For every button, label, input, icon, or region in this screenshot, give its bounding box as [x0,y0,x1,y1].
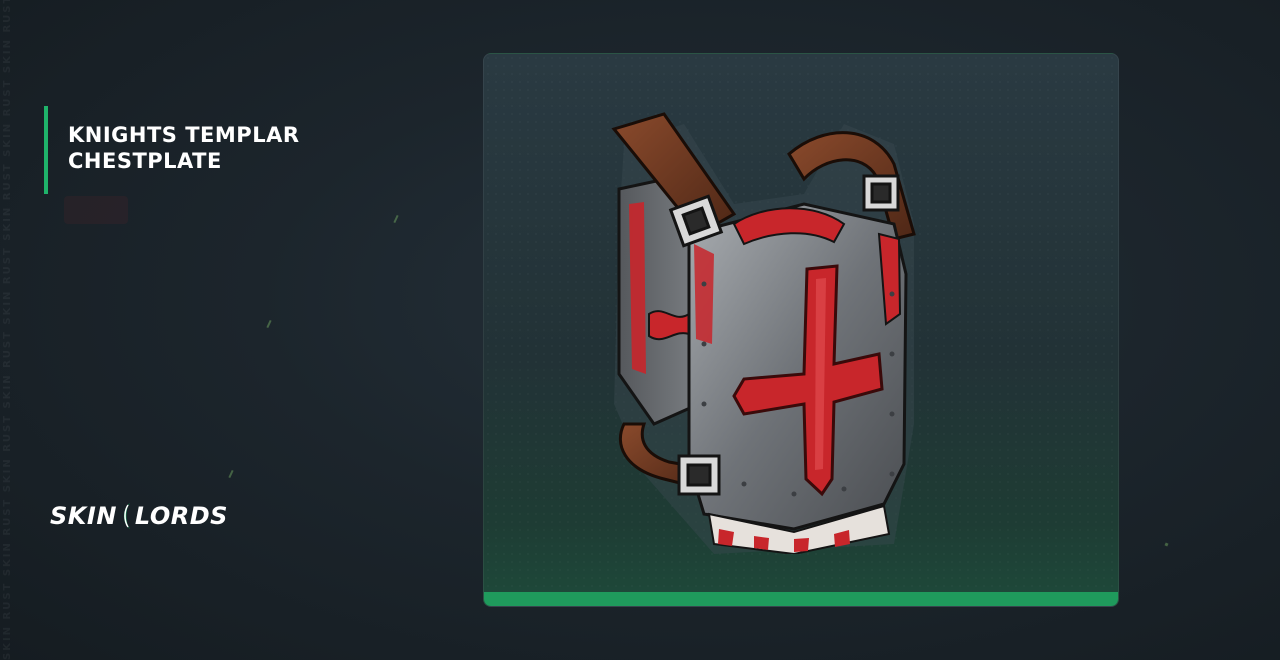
skinlords-crescent-icon [123,503,130,529]
item-preview-card [483,53,1119,607]
item-title-block: KNIGHTS TEMPLAR CHESTPLATE [44,106,300,194]
knights-templar-chestplate-icon [611,112,916,554]
side-watermark: SKIN RUST SKIN RUST SKIN RUST SKIN RUST … [2,0,13,660]
brand-logo[interactable]: SKIN LORDS [50,498,228,534]
item-title-line-1: KNIGHTS TEMPLAR [68,123,300,147]
brand-logo-left: SKIN [50,502,117,530]
item-title-line-2: CHESTPLATE [68,149,222,173]
rarity-badge [64,196,128,224]
rarity-bar [484,592,1118,606]
brand-logo-right: LORDS [134,502,228,530]
